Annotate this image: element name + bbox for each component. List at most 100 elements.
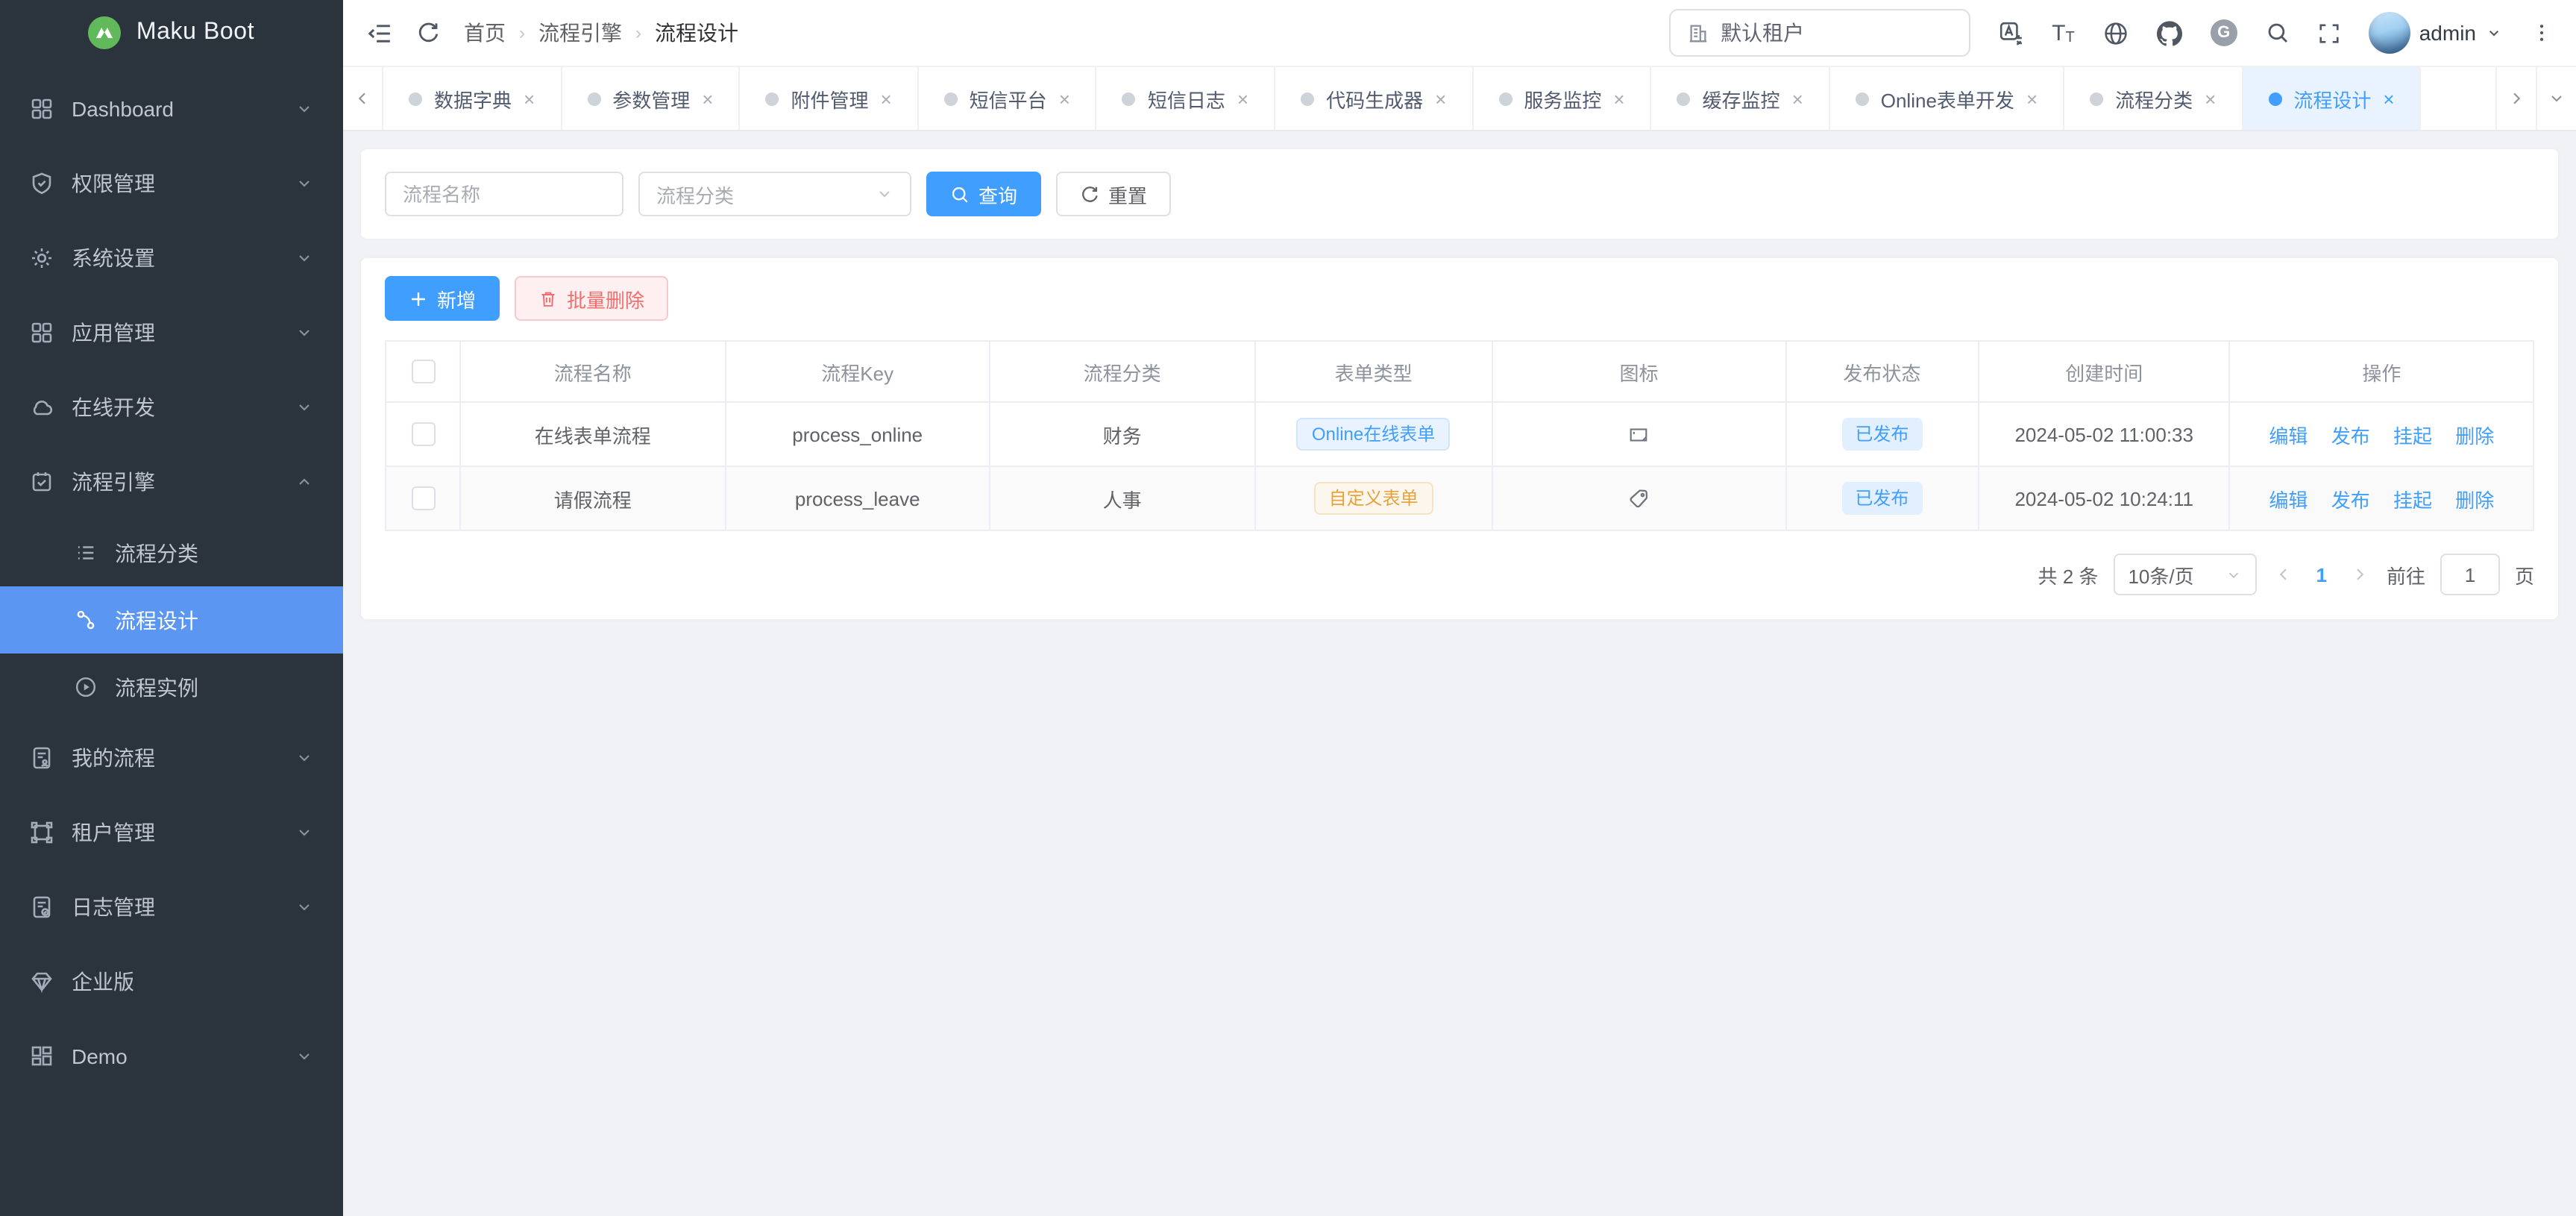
broken-image-icon <box>1628 424 1650 446</box>
tab-dot <box>1122 92 1136 105</box>
sidebar-subitem-process-design[interactable]: 流程设计 <box>0 586 343 654</box>
fullscreen-icon[interactable] <box>2318 22 2340 44</box>
sidebar-item-enterprise[interactable]: 企业版 <box>0 944 343 1019</box>
col-header-created: 创建时间 <box>1979 341 2230 402</box>
table-card: 新增 批量删除 流 <box>361 258 2558 619</box>
sidebar-item-demo[interactable]: Demo <box>0 1019 343 1094</box>
breadcrumb-parent[interactable]: 流程引擎 <box>538 18 622 48</box>
tab-close-icon[interactable]: × <box>1059 89 1070 108</box>
page-size-select[interactable]: 10条/页 <box>2113 554 2256 595</box>
select-all-checkbox[interactable] <box>411 360 435 384</box>
publish-link[interactable]: 发布 <box>2331 489 2370 511</box>
tab-attachment-management[interactable]: 附件管理 × <box>740 67 918 130</box>
collapse-sidebar-icon[interactable] <box>367 20 392 46</box>
prev-page-icon[interactable] <box>2271 565 2295 583</box>
app-window: Maku Boot Dashboard 权限管理 系统设置 应用管理 <box>0 0 2576 1216</box>
tab-dot <box>1498 92 1512 105</box>
tab-process-category[interactable]: 流程分类× <box>2064 67 2243 130</box>
grid-icon <box>30 321 54 345</box>
edit-link[interactable]: 编辑 <box>2269 489 2308 511</box>
tabs-scroll-left-icon[interactable] <box>343 67 383 130</box>
chevron-down-icon <box>295 249 313 267</box>
sidebar-item-process-engine[interactable]: 流程引擎 <box>0 445 343 519</box>
delete-link[interactable]: 删除 <box>2455 489 2494 511</box>
tab-close-icon[interactable]: × <box>1613 89 1624 108</box>
tab-close-icon[interactable]: × <box>880 89 891 108</box>
cell-category: 人事 <box>990 466 1254 530</box>
tab-close-icon[interactable]: × <box>702 89 713 108</box>
tabbar: 数据字典× 参数管理× 附件管理 × 短信平台× 短信日志× 代码生成器 × 服务监… <box>343 67 2576 131</box>
caret-down-icon <box>2485 24 2503 42</box>
avatar[interactable] <box>2369 12 2410 54</box>
tab-close-icon[interactable]: × <box>1435 89 1446 108</box>
tab-label: 附件管理 <box>791 84 868 113</box>
sidebar-item-label: 企业版 <box>72 967 134 997</box>
process-category-select[interactable]: 流程分类 <box>638 172 911 216</box>
add-button-label: 新增 <box>437 284 476 313</box>
github-icon[interactable] <box>2157 20 2182 46</box>
sidebar-item-my-process[interactable]: 我的流程 <box>0 721 343 795</box>
sidebar-subitem-process-instance[interactable]: 流程实例 <box>0 654 343 721</box>
tab-cache-monitor[interactable]: 缓存监控× <box>1652 67 1830 130</box>
sidebar-item-system-settings[interactable]: 系统设置 <box>0 221 343 295</box>
reset-button[interactable]: 重置 <box>1056 172 1171 216</box>
edit-link[interactable]: 编辑 <box>2269 424 2308 447</box>
brand: Maku Boot <box>0 0 343 66</box>
process-name-input[interactable] <box>385 172 623 216</box>
tab-close-icon[interactable]: × <box>1792 89 1803 108</box>
tab-sms-platform[interactable]: 短信平台× <box>919 67 1097 130</box>
chevron-down-icon <box>295 398 313 416</box>
next-page-icon[interactable] <box>2348 565 2372 583</box>
breadcrumb-current: 流程设计 <box>655 18 738 48</box>
globe-icon[interactable] <box>2103 20 2129 46</box>
sidebar-item-app-management[interactable]: 应用管理 <box>0 295 343 370</box>
refresh-icon[interactable] <box>416 21 440 45</box>
document-check-icon <box>30 895 54 919</box>
gitee-icon[interactable]: G <box>2211 19 2237 46</box>
search-button[interactable]: 查询 <box>926 172 1041 216</box>
tenant-select[interactable]: 默认租户 <box>1668 9 1970 57</box>
tab-close-icon[interactable]: × <box>2205 89 2216 108</box>
page-number[interactable]: 1 <box>2310 563 2332 586</box>
cell-process-name: 请假流程 <box>460 466 725 530</box>
tab-code-generator[interactable]: 代码生成器 × <box>1275 67 1473 130</box>
tab-online-form-dev[interactable]: Online表单开发× <box>1830 67 2064 130</box>
tab-data-dictionary[interactable]: 数据字典× <box>383 67 562 130</box>
tab-label: 代码生成器 <box>1326 84 1423 113</box>
sidebar-item-online-dev[interactable]: 在线开发 <box>0 370 343 445</box>
chevron-down-icon <box>295 749 313 767</box>
publish-link[interactable]: 发布 <box>2331 424 2370 447</box>
translate-icon[interactable] <box>1998 20 2023 46</box>
tab-process-design[interactable]: 流程设计× <box>2243 67 2421 130</box>
tab-service-monitor[interactable]: 服务监控× <box>1473 67 1651 130</box>
font-size-icon[interactable]: TT <box>2052 20 2075 46</box>
add-button[interactable]: 新增 <box>385 276 500 321</box>
tab-parameter-management[interactable]: 参数管理× <box>562 67 740 130</box>
batch-delete-button[interactable]: 批量删除 <box>515 276 668 321</box>
tab-close-icon[interactable]: × <box>1237 89 1248 108</box>
diamond-icon <box>30 970 54 994</box>
tabs-scroll-right-icon[interactable] <box>2495 67 2536 130</box>
breadcrumb-home[interactable]: 首页 <box>464 18 506 48</box>
delete-link[interactable]: 删除 <box>2455 424 2494 447</box>
kebab-menu-icon[interactable] <box>2531 22 2552 43</box>
suspend-link[interactable]: 挂起 <box>2393 489 2432 511</box>
tag-icon <box>1628 488 1650 510</box>
row-checkbox[interactable] <box>411 423 435 447</box>
sidebar-subitem-process-category[interactable]: 流程分类 <box>0 519 343 586</box>
tab-close-icon[interactable]: × <box>524 89 535 108</box>
sidebar-item-permission[interactable]: 权限管理 <box>0 146 343 221</box>
sidebar-item-log-management[interactable]: 日志管理 <box>0 870 343 944</box>
sidebar-item-tenant-management[interactable]: 租户管理 <box>0 795 343 870</box>
goto-page-input[interactable] <box>2440 554 2500 595</box>
sidebar-item-dashboard[interactable]: Dashboard <box>0 72 343 146</box>
tabs-options-icon[interactable] <box>2536 67 2576 130</box>
row-checkbox[interactable] <box>411 487 435 511</box>
user-menu[interactable]: admin <box>2369 12 2503 54</box>
sidebar-item-label: 租户管理 <box>72 818 155 847</box>
suspend-link[interactable]: 挂起 <box>2393 424 2432 447</box>
tab-sms-log[interactable]: 短信日志× <box>1097 67 1275 130</box>
tab-close-icon[interactable]: × <box>2383 89 2394 108</box>
tab-close-icon[interactable]: × <box>2026 89 2038 108</box>
search-icon[interactable] <box>2266 21 2290 45</box>
